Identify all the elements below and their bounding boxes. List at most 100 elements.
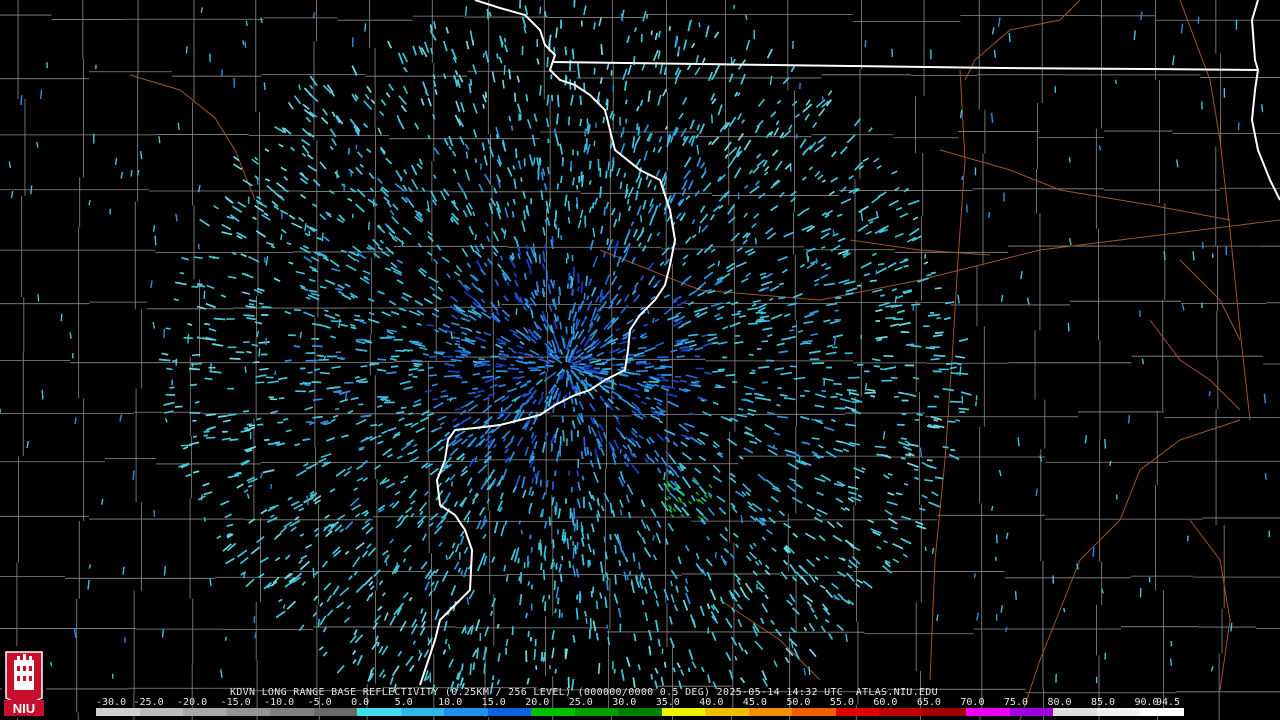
echo-streak — [712, 205, 721, 213]
echo-streak — [832, 534, 843, 542]
echo-streak — [308, 289, 317, 293]
echo-streak — [212, 343, 224, 347]
echo-streak — [561, 157, 564, 167]
echo-streak — [747, 501, 753, 507]
echo-streak — [552, 562, 556, 567]
echo-streak — [806, 601, 812, 608]
echo-streak — [668, 454, 677, 465]
echo-streak — [454, 407, 461, 411]
echo-streak — [873, 157, 880, 163]
echo-streak — [564, 46, 568, 56]
echo-streak — [525, 244, 529, 250]
echo-streak — [518, 576, 521, 582]
echo-streak — [858, 205, 869, 213]
echo-streak — [437, 286, 444, 292]
echo-streak — [626, 484, 634, 495]
echo-streak — [685, 195, 691, 201]
echo-streak — [329, 259, 340, 268]
echo-streak — [382, 673, 387, 679]
echo-streak — [801, 441, 811, 445]
echo-streak — [819, 584, 826, 590]
echo-streak — [687, 180, 694, 190]
echo-streak — [583, 365, 592, 368]
echo-streak — [655, 405, 664, 412]
echo-streak — [543, 323, 549, 332]
echo-streak — [772, 149, 779, 157]
echo-streak — [460, 409, 467, 416]
echo-streak — [519, 594, 523, 606]
echo-streak — [299, 560, 310, 570]
echo-streak — [852, 486, 859, 491]
echo-streak — [236, 235, 243, 240]
echo-streak — [886, 500, 898, 506]
echo-streak — [288, 214, 296, 220]
echo-streak — [565, 326, 568, 334]
echo-streak — [163, 401, 175, 406]
echo-streak — [745, 248, 754, 254]
echo-streak — [856, 579, 864, 584]
echo-streak — [287, 101, 294, 110]
echo-streak — [760, 397, 771, 401]
echo-streak — [377, 127, 382, 135]
echo-streak — [615, 327, 621, 332]
echo-streak — [334, 407, 340, 411]
echo-streak — [389, 538, 394, 544]
echo-streak — [738, 314, 747, 318]
echo-streak — [659, 64, 664, 75]
echo-streak — [813, 282, 820, 287]
echo-streak — [652, 147, 656, 153]
echo-streak — [911, 303, 921, 306]
echo-streak — [308, 389, 315, 393]
echo-streak — [739, 456, 744, 460]
echo-streak — [754, 396, 762, 400]
echo-streak — [516, 344, 524, 349]
highway-line — [1019, 419, 1241, 720]
echo-streak — [468, 589, 475, 600]
echo-streak — [836, 624, 844, 631]
echo-streak — [739, 586, 747, 598]
echo-streak — [653, 397, 663, 403]
echo-streak — [768, 297, 774, 301]
echo-streak — [551, 235, 554, 244]
echo-streak — [586, 446, 590, 455]
echo-streak — [709, 588, 717, 600]
echo-streak — [846, 134, 856, 144]
echo-streak — [636, 530, 642, 538]
echo-streak — [773, 660, 778, 668]
echo-streak — [621, 550, 626, 557]
echo-streak — [258, 573, 265, 578]
echo-streak — [771, 313, 783, 320]
echo-streak — [388, 83, 395, 91]
echo-streak — [643, 323, 649, 327]
echo-streak — [504, 520, 508, 526]
echo-streak — [695, 55, 699, 64]
echo-streak — [716, 495, 726, 503]
echo-streak — [538, 358, 549, 363]
echo-streak — [712, 464, 721, 474]
echo-streak — [768, 516, 776, 524]
echo-streak — [813, 614, 818, 620]
echo-streak — [559, 175, 563, 184]
echo-streak — [669, 616, 673, 625]
echo-streak — [278, 143, 284, 148]
echo-streak — [638, 561, 641, 570]
echo-streak — [356, 340, 366, 345]
echo-streak — [601, 370, 609, 374]
echo-streak — [377, 290, 385, 295]
echo-streak — [440, 389, 447, 393]
echo-streak — [467, 391, 477, 395]
echo-streak — [749, 185, 760, 194]
echo-streak — [602, 289, 611, 300]
echo-streak — [367, 298, 375, 302]
echo-streak — [691, 219, 696, 225]
echo-streak — [390, 365, 399, 368]
echo-streak — [627, 205, 632, 212]
echo-streak — [251, 343, 259, 347]
echo-streak — [647, 179, 652, 188]
echo-streak — [336, 601, 345, 609]
echo-streak — [447, 370, 460, 373]
echo-streak — [600, 561, 604, 574]
echo-streak — [309, 265, 317, 271]
echo-streak — [728, 116, 737, 127]
echo-streak — [539, 85, 542, 96]
